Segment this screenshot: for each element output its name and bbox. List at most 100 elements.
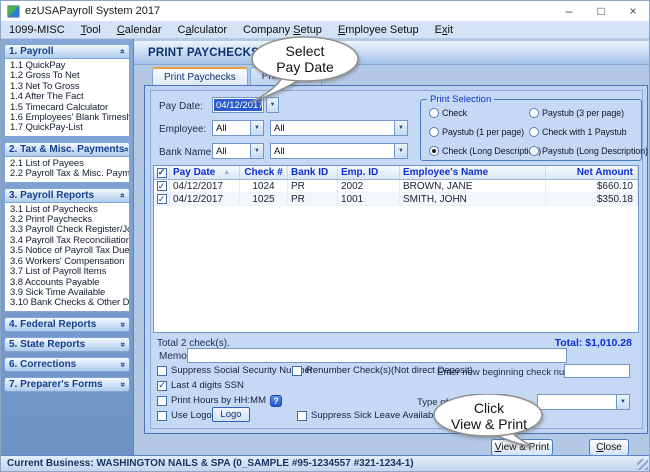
- print-selection-legend: Print Selection: [427, 94, 494, 105]
- checkbox-icon[interactable]: ✓: [157, 381, 167, 391]
- checkbox-icon[interactable]: [157, 366, 167, 376]
- sidebar-item-3-10-bank-checks-other-debts[interactable]: 3.10 Bank Checks & Other Debts: [10, 298, 129, 308]
- radio-paystub-3-per-page[interactable]: Paystub (3 per page): [529, 106, 624, 119]
- sidebar-section-header-7-preparer-s-forms[interactable]: 7. Preparer's Forms«: [4, 377, 130, 392]
- column-header-employee-s-name[interactable]: Employee's Name: [400, 166, 546, 179]
- column-header-emp-id[interactable]: Emp. ID: [338, 166, 400, 179]
- tab-print-paychecks[interactable]: Print Paychecks: [152, 67, 248, 85]
- sidebar-item-3-4-payroll-tax-reconciliation[interactable]: 3.4 Payroll Tax Reconciliation: [10, 236, 129, 246]
- bank-name-select-2[interactable]: All ▼: [270, 143, 408, 159]
- sidebar-item-1-5-timecard-calculator[interactable]: 1.5 Timecard Calculator: [10, 103, 129, 113]
- cell-employee-s-name: SMITH, JOHN: [400, 193, 546, 205]
- menu-item-exit[interactable]: Exit: [427, 24, 461, 36]
- close-action-button[interactable]: Close: [589, 439, 629, 456]
- radio-check-with-1-paystub[interactable]: Check with 1 Paystub: [529, 125, 627, 138]
- sidebar-item-3-8-accounts-payable[interactable]: 3.8 Accounts Payable: [10, 278, 129, 288]
- sidebar-section-5-state-reports: 5. State Reports«: [4, 337, 130, 352]
- table-row[interactable]: ✓04/12/20171025PR1001SMITH, JOHN$350.18: [154, 193, 638, 206]
- menu-item-tool[interactable]: Tool: [73, 24, 109, 36]
- sidebar-item-3-5-notice-of-payroll-tax-due[interactable]: 3.5 Notice of Payroll Tax Due: [10, 246, 129, 256]
- sidebar-item-3-1-list-of-paychecks[interactable]: 3.1 List of Paychecks: [10, 205, 129, 215]
- type-of-check-select[interactable]: ▼: [537, 394, 630, 410]
- inner-panel: Pay Date: 04/12/2017 ▼ Employee: All ▼ A…: [150, 90, 643, 429]
- checkbox-icon[interactable]: [292, 366, 302, 376]
- cell-net-amount: $350.18: [546, 193, 638, 205]
- row-checkbox[interactable]: ✓: [157, 194, 167, 204]
- close-button[interactable]: ×: [617, 1, 649, 21]
- sidebar-item-1-1-quickpay[interactable]: 1.1 QuickPay: [10, 61, 129, 71]
- sidebar-section-header-1-payroll[interactable]: 1. Payroll«: [4, 44, 130, 59]
- memo-input[interactable]: [187, 348, 567, 363]
- sidebar-item-3-9-sick-time-available[interactable]: 3.9 Sick Time Available: [10, 288, 129, 298]
- row-checkbox[interactable]: ✓: [157, 181, 167, 191]
- table-row[interactable]: ✓04/12/20171024PR2002BROWN, JANE$660.10: [154, 180, 638, 193]
- sidebar-section-header-5-state-reports[interactable]: 5. State Reports«: [4, 337, 130, 352]
- radio-check[interactable]: Check: [429, 106, 467, 119]
- main-area: PRINT PAYCHECKS Print Paychecks Print Bl…: [134, 39, 649, 455]
- employee-select-2[interactable]: All ▼: [270, 120, 408, 136]
- sidebar-item-3-3-payroll-check-register-journal[interactable]: 3.3 Payroll Check Register/Journal: [10, 225, 129, 235]
- minimize-button[interactable]: –: [553, 1, 585, 21]
- checkbox-last4-ssn[interactable]: ✓ Last 4 digits SSN: [157, 379, 244, 392]
- sidebar-item-2-1-list-of-payees[interactable]: 2.1 List of Payees: [10, 159, 129, 169]
- sidebar-item-3-2-print-paychecks[interactable]: 3.2 Print Paychecks: [10, 215, 129, 225]
- sidebar-section-header-3-payroll-reports[interactable]: 3. Payroll Reports«: [4, 188, 130, 203]
- column-header-pay-date[interactable]: Pay Date▲: [170, 166, 240, 179]
- sidebar-section-header-6-corrections[interactable]: 6. Corrections«: [4, 357, 130, 372]
- column-header-check[interactable]: Check #: [240, 166, 288, 179]
- radio-check-long-description[interactable]: Check (Long Description): [429, 144, 541, 157]
- resize-grip-icon[interactable]: [637, 459, 648, 470]
- help-icon[interactable]: ?: [270, 395, 282, 407]
- menu-item-company-setup[interactable]: Company Setup: [235, 24, 330, 36]
- sidebar-item-1-3-net-to-gross[interactable]: 1.3 Net To Gross: [10, 82, 129, 92]
- sidebar-item-1-2-gross-to-net[interactable]: 1.2 Gross To Net: [10, 71, 129, 81]
- radio-circle-icon: [429, 127, 439, 137]
- checkbox-suppress-sick-leave[interactable]: Suppress Sick Leave Available: [297, 409, 441, 422]
- sidebar-section-3-payroll-reports: 3. Payroll Reports« 3.1 List of Paychecks…: [4, 188, 130, 312]
- sidebar-section-header-4-federal-reports[interactable]: 4. Federal Reports«: [4, 317, 130, 332]
- window-title: ezUSAPayroll System 2017: [25, 5, 160, 17]
- sidebar-item-1-4-after-the-fact[interactable]: 1.4 After The Fact: [10, 92, 129, 102]
- sidebar-section-1-payroll: 1. Payroll«1.1 QuickPay1.2 Gross To Net1…: [4, 44, 130, 137]
- bubble-click-view-print: Click View & Print: [431, 394, 547, 452]
- menu-item-employee-setup[interactable]: Employee Setup: [330, 24, 427, 36]
- dropdown-arrow-icon: ▼: [616, 395, 629, 409]
- column-header-net-amount[interactable]: Net Amount: [546, 166, 638, 179]
- menu-item-calendar[interactable]: Calendar: [109, 24, 170, 36]
- cell-net-amount: $660.10: [546, 180, 638, 192]
- sidebar-item-1-7-quickpay-list[interactable]: 1.7 QuickPay-List: [10, 123, 129, 133]
- menu-item-calculator[interactable]: Calculator: [169, 24, 235, 36]
- bubble-select-pay-date: Select Pay Date: [249, 35, 361, 107]
- checkbox-use-logo[interactable]: Use Logo: [157, 409, 212, 422]
- checkbox-icon[interactable]: [157, 396, 167, 406]
- new-check-number-input[interactable]: [564, 364, 630, 378]
- sidebar-section-header-2-tax-misc-payments[interactable]: 2. Tax & Misc. Payments«: [4, 142, 130, 157]
- sidebar-item-1-6-employees-blank-timesheet[interactable]: 1.6 Employees' Blank Timesheet: [10, 113, 129, 123]
- checkbox-suppress-ssn[interactable]: Suppress Social Security Number: [157, 364, 313, 377]
- maximize-button[interactable]: □: [585, 1, 617, 21]
- sidebar-item-3-7-list-of-payroll-items[interactable]: 3.7 List of Payroll Items: [10, 267, 129, 277]
- bank-name-select-1[interactable]: All ▼: [212, 143, 264, 159]
- chevron-collapse-icon: «: [118, 193, 127, 198]
- checkbox-icon[interactable]: [157, 411, 167, 421]
- sidebar-section-7-preparer-s-forms: 7. Preparer's Forms«: [4, 377, 130, 392]
- select-all-checkbox[interactable]: ✓: [157, 168, 167, 178]
- radio-circle-icon: [529, 146, 539, 156]
- chevron-expand-icon: «: [118, 382, 127, 387]
- current-business-text: Current Business: WASHINGTON NAILS & SPA…: [7, 458, 414, 469]
- sidebar-item-3-6-workers-compensation[interactable]: 3.6 Workers' Compensation: [10, 257, 129, 267]
- radio-circle-icon: [429, 108, 439, 118]
- radio-paystub-1-per-page[interactable]: Paystub (1 per page): [429, 125, 524, 138]
- employee-select-1[interactable]: All ▼: [212, 120, 264, 136]
- bank-name-label: Bank Name:: [159, 147, 214, 158]
- checkbox-icon[interactable]: [297, 411, 307, 421]
- logo-button[interactable]: Logo: [212, 407, 250, 422]
- cell-check: 1024: [240, 180, 288, 192]
- radio-paystub-long-description[interactable]: Paystub (Long Description): [529, 144, 648, 157]
- table-body: ✓04/12/20171024PR2002BROWN, JANE$660.10✓…: [154, 180, 638, 206]
- checkbox-print-hours[interactable]: Print Hours by HH:MM ?: [157, 394, 282, 407]
- sidebar-item-2-2-payroll-tax-misc-payments[interactable]: 2.2 Payroll Tax & Misc. Payments: [10, 169, 129, 179]
- column-header-bank-id[interactable]: Bank ID: [288, 166, 338, 179]
- menu-item-1099-misc[interactable]: 1099-MISC: [1, 24, 73, 36]
- cell-bank-id: PR: [288, 180, 338, 192]
